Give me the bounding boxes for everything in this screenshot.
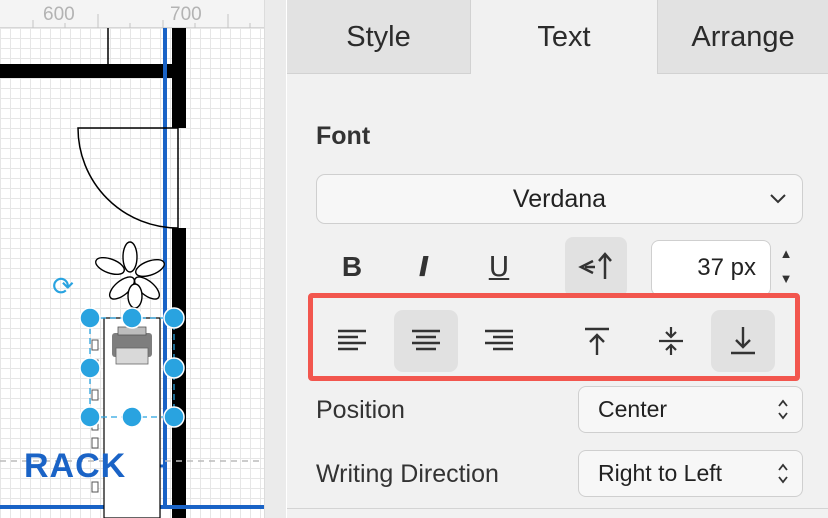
printer-icon bbox=[112, 326, 152, 365]
tab-arrange[interactable]: Arrange bbox=[657, 0, 828, 74]
font-family-value: Verdana bbox=[512, 185, 607, 213]
text-direction-icon bbox=[578, 252, 612, 279]
vertical-text-button[interactable] bbox=[565, 237, 627, 297]
writing-direction-label: Writing Direction bbox=[316, 460, 499, 488]
position-value: Center bbox=[598, 396, 668, 422]
panel-divider[interactable] bbox=[264, 0, 286, 518]
select-arrows-icon bbox=[776, 451, 790, 514]
align-middle-button[interactable] bbox=[639, 310, 703, 372]
align-right-icon bbox=[485, 329, 513, 351]
floorplan-drawing bbox=[0, 14, 264, 518]
underline-button[interactable]: U bbox=[468, 237, 530, 297]
stepper-down-icon[interactable]: ▼ bbox=[775, 267, 797, 291]
format-panel: Style Text Arrange Font Verdana B I U 37… bbox=[287, 0, 828, 518]
chevron-down-icon bbox=[768, 175, 788, 241]
rack-label: RACK bbox=[24, 447, 127, 485]
position-select[interactable]: Center bbox=[578, 386, 803, 433]
diagram-canvas[interactable]: 600 700 ⟳ RACK bbox=[0, 0, 264, 518]
stepper-up-icon[interactable]: ▲ bbox=[775, 242, 797, 266]
tab-style[interactable]: Style bbox=[287, 0, 471, 74]
tab-text[interactable]: Text bbox=[471, 0, 657, 74]
rotate-icon[interactable]: ⟳ bbox=[50, 274, 76, 300]
select-arrows-icon bbox=[776, 387, 790, 450]
font-size-stepper[interactable]: ▲ ▼ bbox=[775, 242, 797, 292]
align-bottom-icon bbox=[731, 327, 755, 355]
position-label: Position bbox=[316, 396, 405, 424]
font-section-heading: Font bbox=[316, 122, 371, 150]
align-top-button[interactable] bbox=[565, 310, 629, 372]
bold-button[interactable]: B bbox=[321, 237, 383, 297]
align-right-button[interactable] bbox=[467, 310, 531, 372]
align-center-icon bbox=[412, 329, 440, 351]
align-bottom-button[interactable] bbox=[711, 310, 775, 372]
font-family-select[interactable]: Verdana bbox=[316, 174, 803, 224]
writing-direction-value: Right to Left bbox=[598, 460, 723, 486]
panel-separator bbox=[287, 508, 828, 509]
align-left-button[interactable] bbox=[320, 310, 384, 372]
wall-horizontal bbox=[0, 64, 174, 78]
writing-direction-select[interactable]: Right to Left bbox=[578, 450, 803, 497]
align-left-icon bbox=[338, 329, 366, 351]
wall-vertical-top bbox=[172, 28, 186, 128]
font-size-input[interactable]: 37 px bbox=[651, 240, 771, 296]
align-top-icon bbox=[585, 327, 609, 355]
align-middle-icon bbox=[659, 327, 683, 355]
plant-icon bbox=[95, 241, 165, 309]
align-center-button[interactable] bbox=[394, 310, 458, 372]
italic-button[interactable]: I bbox=[393, 237, 455, 297]
